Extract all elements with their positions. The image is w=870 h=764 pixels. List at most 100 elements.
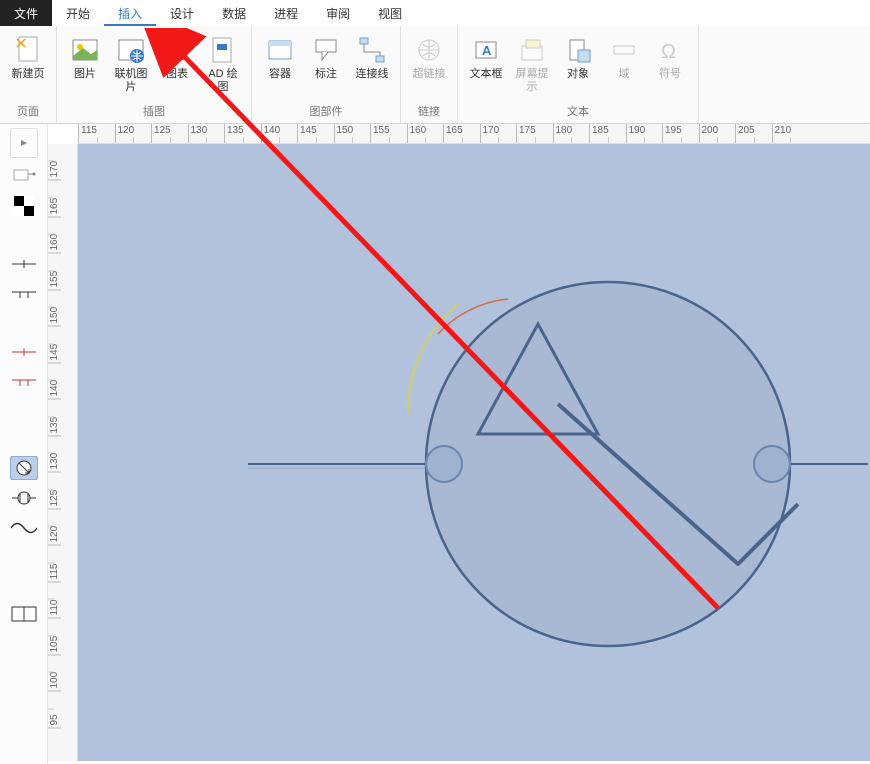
ribbon-group-label-illustrations: 插图 <box>143 101 165 121</box>
screentip-button: 屏幕提示 <box>510 30 554 98</box>
menu-progress[interactable]: 进程 <box>260 0 312 26</box>
drawing-canvas[interactable] <box>78 144 870 761</box>
ruler-tick: 175 <box>516 124 553 143</box>
ruler-tick: 155 <box>48 254 61 291</box>
ruler-tick: 130 <box>48 436 61 473</box>
ruler-tick: 190 <box>626 124 663 143</box>
menu-bar: 文件 开始 插入 设计 数据 进程 审阅 视图 <box>0 0 870 26</box>
ruler-tick: 135 <box>48 400 61 437</box>
new-page-icon <box>12 34 44 66</box>
connector-button[interactable]: 连接线 <box>350 30 394 85</box>
chart-button[interactable]: 图表 <box>155 30 199 85</box>
ruler-tick: 105 <box>48 619 61 656</box>
svg-text:A: A <box>482 43 492 58</box>
ruler-tick: 170 <box>480 124 517 143</box>
new-page-button[interactable]: 新建页 <box>6 30 50 85</box>
svg-text:Ω: Ω <box>661 41 676 63</box>
ribbon-group-parts: 容器 标注 连接线 图部件 <box>252 26 401 123</box>
ruler-tick: 160 <box>407 124 444 143</box>
ruler-tick: 120 <box>115 124 152 143</box>
collapse-sidebar-button[interactable] <box>10 128 38 158</box>
ruler-tick: 125 <box>48 473 61 510</box>
hyperlink-icon <box>413 34 445 66</box>
symbol-button: Ω 符号 <box>648 30 692 85</box>
screentip-icon <box>516 34 548 66</box>
callout-icon <box>310 34 342 66</box>
ruler-tick: 195 <box>662 124 699 143</box>
stencil-hline-down[interactable] <box>10 282 38 306</box>
ruler-tick: 115 <box>78 124 115 143</box>
ribbon-group-label-page: 页面 <box>17 101 39 121</box>
canvas-shape[interactable] <box>78 144 870 761</box>
ruler-tick: 110 <box>48 582 61 619</box>
menu-start[interactable]: 开始 <box>52 0 104 26</box>
menu-data[interactable]: 数据 <box>208 0 260 26</box>
container-icon <box>264 34 296 66</box>
ruler-tick: 125 <box>151 124 188 143</box>
container-button[interactable]: 容器 <box>258 30 302 85</box>
ruler-tick: 210 <box>772 124 809 143</box>
ruler-tick: 200 <box>699 124 736 143</box>
ruler-tick: 145 <box>48 327 61 364</box>
ruler-tick: 145 <box>297 124 334 143</box>
ruler-tick: 205 <box>735 124 772 143</box>
stencil-hline-red[interactable] <box>10 340 38 364</box>
stencil-guides[interactable] <box>10 164 38 188</box>
ribbon-group-label-parts: 图部件 <box>310 101 343 121</box>
hyperlink-button: 超链接 <box>407 30 451 85</box>
symbol-icon: Ω <box>654 34 686 66</box>
chart-icon <box>161 34 193 66</box>
ruler-tick: 185 <box>589 124 626 143</box>
ruler-tick: 165 <box>48 181 61 218</box>
shape-stencil-sidebar <box>0 124 48 764</box>
textbox-icon: A <box>470 34 502 66</box>
ruler-tick: 155 <box>370 124 407 143</box>
stencil-hline[interactable] <box>10 252 38 276</box>
ribbon-group-page: 新建页 页面 <box>0 26 57 123</box>
menu-file[interactable]: 文件 <box>0 0 52 26</box>
stencil-sine[interactable] <box>10 516 38 540</box>
ruler-tick: 95 <box>48 692 61 729</box>
ruler-tick: 120 <box>48 509 61 546</box>
stencil-rect-split[interactable] <box>10 602 38 626</box>
ribbon-group-label-links: 链接 <box>418 101 440 121</box>
callout-button[interactable]: 标注 <box>304 30 348 85</box>
cad-icon <box>207 34 239 66</box>
ruler-tick: 165 <box>443 124 480 143</box>
object-icon <box>562 34 594 66</box>
field-button: 域 <box>602 30 646 85</box>
field-icon <box>608 34 640 66</box>
ruler-tick: 115 <box>48 546 61 583</box>
stencil-checker[interactable] <box>10 194 38 218</box>
image-icon <box>69 34 101 66</box>
ribbon: 新建页 页面 图片 联机图片 图表 AD 绘图 插图 <box>0 26 870 124</box>
cad-button[interactable]: AD 绘图 <box>201 30 245 98</box>
horizontal-ruler: 1151201251301351401451501551601651701751… <box>78 124 870 144</box>
web-image-button[interactable]: 联机图片 <box>109 30 153 98</box>
ruler-tick: 140 <box>48 363 61 400</box>
ribbon-group-links: 超链接 链接 <box>401 26 458 123</box>
image-button[interactable]: 图片 <box>63 30 107 85</box>
ruler-tick: 150 <box>48 290 61 327</box>
ruler-tick: 140 <box>261 124 298 143</box>
web-image-icon <box>115 34 147 66</box>
menu-review[interactable]: 审阅 <box>312 0 364 26</box>
connector-icon <box>356 34 388 66</box>
menu-insert[interactable]: 插入 <box>104 0 156 26</box>
textbox-button[interactable]: A 文本框 <box>464 30 508 85</box>
menu-view[interactable]: 视图 <box>364 0 416 26</box>
ruler-tick: 100 <box>48 655 61 692</box>
menu-design[interactable]: 设计 <box>156 0 208 26</box>
ribbon-group-label-text: 文本 <box>567 101 589 121</box>
ruler-tick: 170 <box>48 144 61 181</box>
ruler-tick: 160 <box>48 217 61 254</box>
stencil-hline-red-down[interactable] <box>10 370 38 394</box>
ruler-tick: 150 <box>334 124 371 143</box>
ruler-tick: 130 <box>188 124 225 143</box>
vertical-ruler: 1701651601551501451401351301251201151101… <box>48 144 78 761</box>
ribbon-group-illustrations: 图片 联机图片 图表 AD 绘图 插图 <box>57 26 252 123</box>
stencil-circle-hbar[interactable] <box>10 486 38 510</box>
ribbon-group-text: A 文本框 屏幕提示 对象 域 Ω 符号 文本 <box>458 26 699 123</box>
stencil-circle-arrow[interactable] <box>10 456 38 480</box>
object-button[interactable]: 对象 <box>556 30 600 85</box>
